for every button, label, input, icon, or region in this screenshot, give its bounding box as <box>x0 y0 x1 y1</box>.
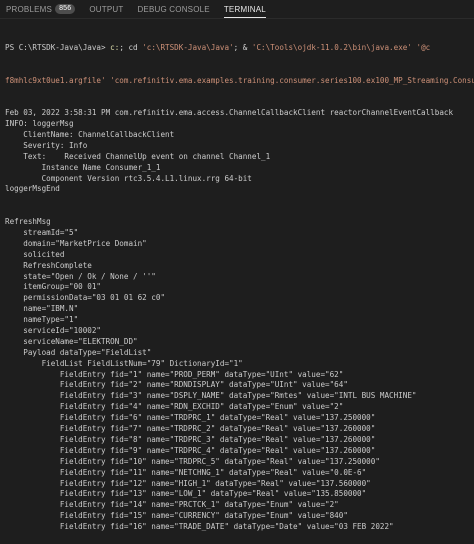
output-line: nameType="1" <box>5 315 79 325</box>
output-line: ClientName: ChannelCallbackClient <box>5 130 175 139</box>
output-line: permissionData="03 01 01 62 c0" <box>5 293 166 303</box>
command-token: '@c <box>411 42 431 52</box>
command-token: 'C:\Tools\ojdk-11.0.2\bin\java.exe' <box>251 42 412 52</box>
output-line: FieldEntry fid="12" name="HIGH_1" dataTy… <box>5 478 371 488</box>
output-line: FieldEntry fid="13" name="LOW_1" dataTyp… <box>5 489 367 499</box>
output-line: loggerMsgEnd <box>5 184 60 194</box>
command-token: ; cd <box>119 42 143 52</box>
output-line: FieldEntry fid="3" name="DSPLY_NAME" dat… <box>5 391 417 401</box>
output-line: INFO: loggerMsg <box>5 119 74 129</box>
command-token: c: <box>110 42 120 52</box>
output-line: FieldEntry fid="15" name="CURRENCY" data… <box>5 511 348 521</box>
tab-debug-console[interactable]: DEBUG CONSOLE <box>137 5 209 18</box>
output-line: FieldEntry fid="16" name="TRADE_DATE" da… <box>5 522 394 532</box>
tab-problems-label: PROBLEMS <box>6 4 53 14</box>
output-line: FieldEntry fid="11" name="NETCHNG_1" dat… <box>5 467 367 477</box>
output-line: FieldEntry fid="2" name="RDNDISPLAY" dat… <box>5 380 348 390</box>
output-line: FieldEntry fid="14" name="PRCTCK_1" data… <box>5 500 339 510</box>
output-line: Text: Received ChannelUp event on channe… <box>5 151 271 161</box>
output-line: itemGroup="00 01" <box>5 282 102 292</box>
output-line: Payload dataType="FieldList" <box>5 347 152 357</box>
tab-terminal-label: TERMINAL <box>223 5 266 14</box>
output-line: streamId="5" <box>5 228 79 238</box>
output-line: FieldEntry fid="7" name="TRDPRC_2" dataT… <box>5 424 376 434</box>
output-line: serviceName="ELEKTRON_DD" <box>5 336 138 346</box>
problems-count-badge: 856 <box>55 4 76 14</box>
panel-tab-bar: PROBLEMS 856 OUTPUT DEBUG CONSOLE TERMIN… <box>0 0 474 19</box>
output-line: FieldEntry fid="6" name="TRDPRC_1" dataT… <box>5 413 376 423</box>
output-line: FieldList FieldListNum="79" DictionaryId… <box>5 358 243 368</box>
output-line: FieldEntry fid="10" name="TRDPRC_5" data… <box>5 456 380 466</box>
tab-terminal[interactable]: TERMINAL <box>223 5 266 18</box>
output-line: Component Version rtc3.5.4.L1.linux.rrg … <box>5 173 252 183</box>
output-line: serviceId="10002" <box>5 326 102 336</box>
output-line: Instance Name Consumer_1_1 <box>5 162 161 172</box>
output-line: FieldEntry fid="9" name="TRDPRC_4" dataT… <box>5 445 376 455</box>
output-line: FieldEntry fid="8" name="TRDPRC_3" dataT… <box>5 434 376 444</box>
terminal-prompt: PS C:\RTSDK-Java\Java> <box>5 42 111 52</box>
command-token: ; & <box>233 42 252 52</box>
tab-debug-console-label: DEBUG CONSOLE <box>137 5 210 14</box>
output-line: RefreshComplete <box>5 260 92 270</box>
terminal-output[interactable]: PS C:\RTSDK-Java\Java> c:; cd 'c:\RTSDK-… <box>0 19 474 544</box>
command-line-continued: f8mhlc9xt0ue1.argfile' 'com.refinitiv.em… <box>5 75 474 85</box>
output-line: RefreshMsg <box>5 217 51 227</box>
tab-output[interactable]: OUTPUT <box>89 5 123 18</box>
output-line: Feb 03, 2022 3:58:31 PM com.refinitiv.em… <box>5 108 454 118</box>
output-lines: Feb 03, 2022 3:58:31 PM com.refinitiv.em… <box>5 108 474 533</box>
output-line: FieldEntry fid="1" name="PROD_PERM" data… <box>5 369 344 379</box>
tab-problems[interactable]: PROBLEMS 856 <box>6 4 76 18</box>
command-token: 'c:\RTSDK-Java\Java' <box>142 42 234 52</box>
output-line: domain="MarketPrice Domain" <box>5 238 147 248</box>
output-line: FieldEntry fid="4" name="RDN_EXCHID" dat… <box>5 402 344 412</box>
output-line: Severity: Info <box>5 140 88 150</box>
output-line: solicited <box>5 249 65 259</box>
command-line: PS C:\RTSDK-Java\Java> c:; cd 'c:\RTSDK-… <box>5 43 474 54</box>
output-line: name="IBM.N" <box>5 304 79 314</box>
tab-output-label: OUTPUT <box>89 5 124 14</box>
output-line: state="Open / Ok / None / ''" <box>5 271 156 281</box>
